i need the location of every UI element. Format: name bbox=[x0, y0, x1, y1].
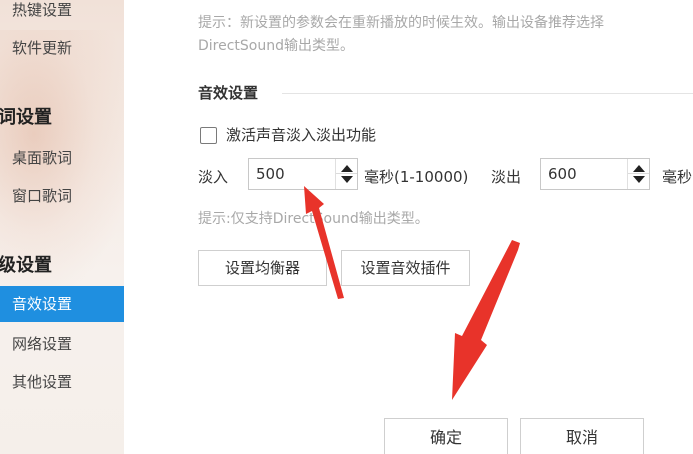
fade-checkbox-label[interactable]: 激活声音淡入淡出功能 bbox=[226, 124, 376, 145]
sidebar-group-label: 级设置 bbox=[0, 255, 52, 276]
sidebar-group-advanced: 级设置 bbox=[0, 246, 122, 286]
ok-button[interactable]: 确定 bbox=[384, 418, 508, 454]
sidebar-item-sound-effects[interactable]: 音效设置 bbox=[0, 286, 124, 322]
sidebar-item-label: 音效设置 bbox=[12, 295, 73, 313]
fade-out-stepper[interactable]: 600 bbox=[540, 158, 650, 190]
fade-hint: 提示:仅支持DirectSound输出类型。 bbox=[198, 211, 429, 227]
sidebar-item-label: 网络设置 bbox=[12, 335, 73, 353]
fade-out-label: 淡出 bbox=[491, 168, 522, 186]
caret-down-icon[interactable] bbox=[341, 176, 353, 183]
equalizer-button[interactable]: 设置均衡器 bbox=[198, 250, 327, 286]
sidebar-item-window-lyrics[interactable]: 窗口歌词 bbox=[0, 178, 124, 214]
section-title: 音效设置 bbox=[198, 84, 259, 102]
sidebar-group-label: 词设置 bbox=[0, 107, 52, 128]
output-hint-line2: DirectSound输出类型。 bbox=[198, 38, 355, 54]
sidebar-item-label: 其他设置 bbox=[12, 373, 73, 391]
sidebar-item-hotkeys[interactable]: 热键设置 bbox=[0, 0, 124, 28]
sidebar-item-update[interactable]: 软件更新 bbox=[0, 30, 124, 66]
caret-down-icon[interactable] bbox=[633, 176, 645, 183]
fade-out-unit: 毫秒 bbox=[662, 168, 693, 186]
sidebar-item-network[interactable]: 网络设置 bbox=[0, 326, 124, 362]
caret-up-icon[interactable] bbox=[341, 165, 353, 172]
fade-checkbox[interactable] bbox=[200, 127, 217, 144]
section-divider bbox=[282, 93, 693, 94]
sidebar-item-label: 窗口歌词 bbox=[12, 187, 73, 205]
effects-plugin-button[interactable]: 设置音效插件 bbox=[341, 250, 470, 286]
settings-sidebar: 热键设置 软件更新 词设置 桌面歌词 窗口歌词 级设置 音效设置 网络设置 其他… bbox=[0, 0, 124, 454]
fade-in-value[interactable]: 500 bbox=[256, 159, 285, 189]
spin-divider bbox=[628, 173, 649, 174]
cancel-button[interactable]: 取消 bbox=[520, 418, 644, 454]
output-hint-line1: 提示：新设置的参数会在重新播放的时候生效。输出设备推荐选择 bbox=[198, 15, 604, 31]
sidebar-item-label: 桌面歌词 bbox=[12, 149, 73, 167]
sidebar-item-label: 软件更新 bbox=[12, 39, 73, 57]
caret-up-icon[interactable] bbox=[633, 165, 645, 172]
fade-in-stepper[interactable]: 500 bbox=[248, 158, 358, 190]
sidebar-item-label: 热键设置 bbox=[12, 1, 73, 19]
fade-in-unit: 毫秒(1-10000) bbox=[364, 168, 469, 186]
fade-out-spin-buttons bbox=[627, 159, 649, 189]
sidebar-item-other[interactable]: 其他设置 bbox=[0, 364, 124, 400]
sidebar-item-desktop-lyrics[interactable]: 桌面歌词 bbox=[0, 140, 124, 176]
sidebar-group-lyrics: 词设置 bbox=[0, 98, 122, 138]
settings-main-panel: 提示：新设置的参数会在重新播放的时候生效。输出设备推荐选择 DirectSoun… bbox=[124, 0, 693, 454]
fade-in-spin-buttons bbox=[335, 159, 357, 189]
spin-divider bbox=[336, 173, 357, 174]
fade-out-value[interactable]: 600 bbox=[548, 159, 577, 189]
fade-in-label: 淡入 bbox=[198, 168, 229, 186]
